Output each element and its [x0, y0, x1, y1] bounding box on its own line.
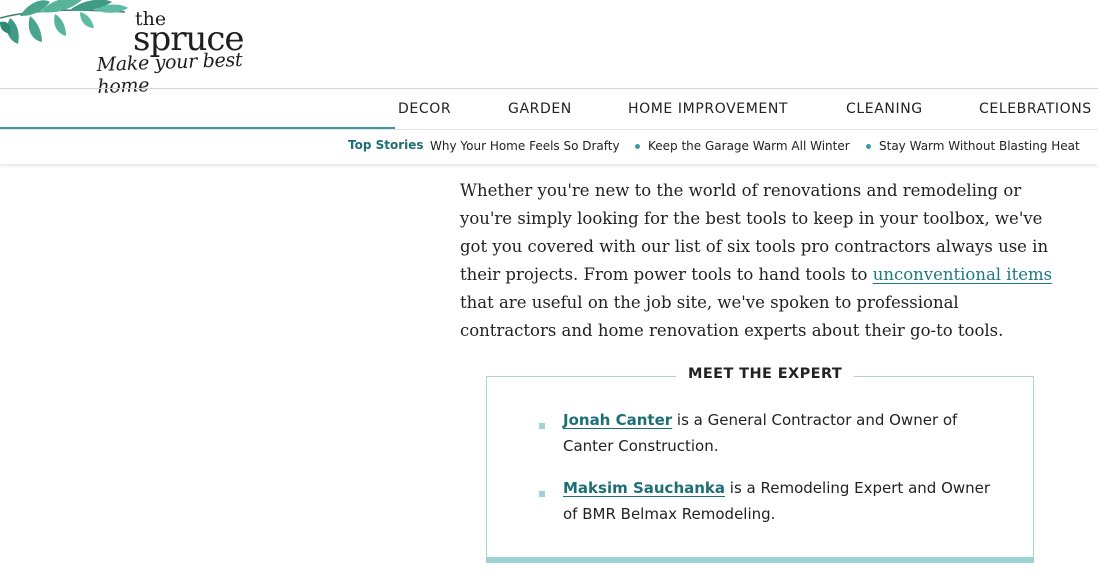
expert-name-link[interactable]: Jonah Canter [563, 411, 672, 429]
expert-list-item: Jonah Canter is a General Contractor and… [563, 407, 1003, 459]
top-stories-bar: Top Stories Why Your Home Feels So Draft… [0, 129, 1098, 164]
article-body: Whether you're new to the world of renov… [460, 177, 1060, 345]
expert-list-item: Maksim Sauchanka is a Remodeling Expert … [563, 475, 1003, 527]
expert-box-title: MEET THE EXPERT [676, 366, 855, 382]
top-stories-label: Top Stories [348, 138, 424, 152]
site-header: the spruce Make your best home [0, 0, 1098, 98]
meet-the-expert-box: MEET THE EXPERT Jonah Canter is a Genera… [486, 366, 1034, 563]
top-story-link[interactable]: Keep the Garage Warm All Winter [648, 139, 850, 153]
main-nav: DECOR GARDEN HOME IMPROVEMENT CLEANING C… [0, 88, 1098, 129]
nav-item-celebrations[interactable]: CELEBRATIONS [979, 101, 1092, 117]
expert-name-link[interactable]: Maksim Sauchanka [563, 479, 725, 497]
unconventional-items-link[interactable]: unconventional items [873, 265, 1052, 284]
separator-dot-icon [635, 144, 640, 149]
intro-text: that are useful on the job site, we've s… [460, 293, 1004, 340]
square-bullet-icon [539, 491, 545, 497]
intro-paragraph: Whether you're new to the world of renov… [460, 177, 1060, 345]
nav-item-decor[interactable]: DECOR [398, 101, 451, 117]
nav-item-garden[interactable]: GARDEN [508, 101, 572, 117]
nav-item-home-improvement[interactable]: HOME IMPROVEMENT [628, 101, 788, 117]
site-logo[interactable]: the spruce Make your best home [96, 6, 277, 98]
expert-box-bottom-bar [486, 557, 1034, 563]
separator-dot-icon [866, 144, 871, 149]
top-story-link[interactable]: Why Your Home Feels So Drafty [430, 139, 620, 153]
top-story-link[interactable]: Stay Warm Without Blasting Heat [879, 139, 1080, 153]
square-bullet-icon [539, 423, 545, 429]
nav-item-cleaning[interactable]: CLEANING [846, 101, 923, 117]
